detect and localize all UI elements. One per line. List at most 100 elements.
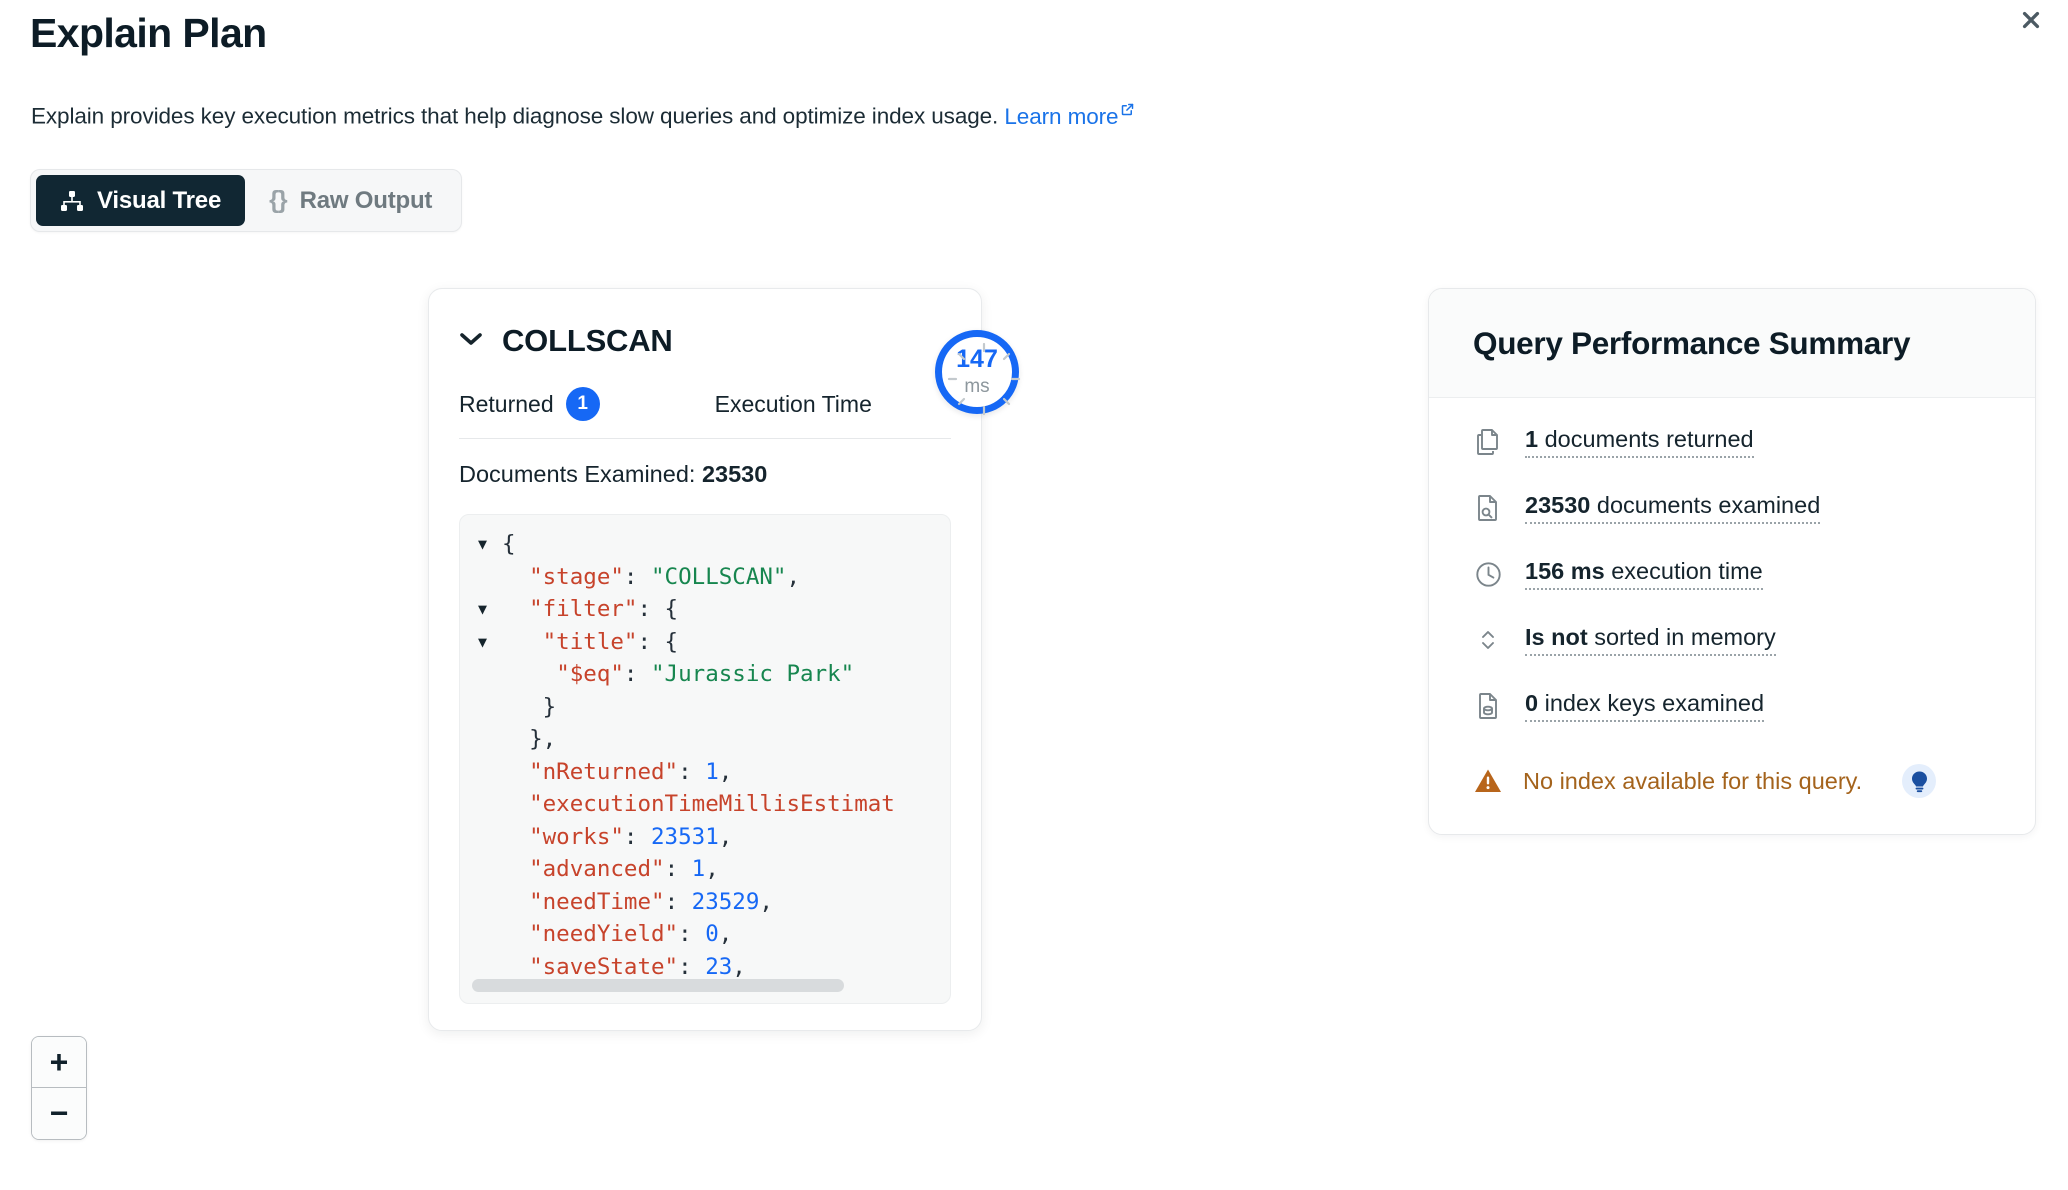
metric-execution-time-label: Execution Time: [714, 390, 872, 417]
stage-json-viewer[interactable]: ▼{▼ "stage": "COLLSCAN",▼ "filter": {▼ "…: [459, 514, 951, 1004]
json-caret-spacer: ▼: [476, 788, 502, 821]
clock-icon: [1473, 559, 1503, 589]
query-performance-summary-panel: Query Performance Summary 1 documents re…: [1428, 288, 2036, 836]
tab-visual-tree-label: Visual Tree: [97, 186, 222, 214]
documents-examined-value: 23530: [701, 461, 768, 487]
json-collapse-caret-icon[interactable]: ▼: [476, 528, 502, 561]
page-title: Explain Plan: [30, 10, 267, 56]
summary-label-documents-examined: documents examined: [1590, 492, 1821, 519]
summary-label-sorted-in-memory: sorted in memory: [1587, 624, 1776, 651]
summary-title: Query Performance Summary: [1473, 325, 1911, 361]
json-collapse-caret-icon[interactable]: ▼: [476, 626, 502, 659]
page-subtitle: Explain provides key execution metrics t…: [31, 95, 1135, 130]
json-line: ▼ "executionTimeMillisEstimat: [476, 788, 950, 821]
json-line: ▼ }: [476, 691, 950, 724]
execution-time-value: 147: [956, 344, 998, 373]
json-line-text: "needTime": 23529,: [529, 888, 773, 915]
zoom-out-button[interactable]: −: [32, 1088, 86, 1139]
summary-row-no-index-warning: No index available for this query.: [1473, 764, 1991, 799]
json-line-text: {: [502, 531, 516, 557]
json-line-text: },: [502, 726, 557, 752]
json-line: ▼ "advanced": 1,: [476, 853, 950, 886]
warning-triangle-icon: [1473, 766, 1503, 796]
json-line: ▼ "stage": "COLLSCAN",: [476, 561, 950, 594]
json-caret-spacer: ▼: [476, 853, 502, 886]
json-line-text: "title": {: [542, 628, 679, 655]
json-line: ▼ "filter": {: [476, 593, 950, 626]
json-line: ▼{: [476, 528, 950, 561]
tab-raw-output-label: Raw Output: [299, 186, 433, 214]
index-keys-icon: [1473, 691, 1503, 721]
metric-returned-label: Returned: [459, 390, 554, 417]
json-caret-spacer: ▼: [476, 886, 502, 919]
external-link-icon: [1120, 97, 1135, 123]
documents-icon: [1473, 427, 1503, 457]
stage-json-content: ▼{▼ "stage": "COLLSCAN",▼ "filter": {▼ "…: [460, 528, 950, 983]
json-line-text: "$eq": "Jurassic Park": [556, 661, 855, 687]
json-line-text: }: [502, 693, 557, 720]
documents-examined-label: Documents Examined:: [459, 461, 696, 487]
stage-name: COLLSCAN: [502, 323, 673, 358]
canvas-zoom-controls: + −: [31, 1036, 87, 1140]
metric-returned: Returned 1: [459, 387, 600, 421]
learn-more-label: Learn more: [1004, 103, 1119, 129]
stage-card-header[interactable]: COLLSCAN: [459, 323, 951, 359]
json-caret-spacer: ▼: [476, 691, 502, 724]
execution-time-unit: ms: [964, 375, 990, 397]
summary-row-documents-examined: 23530 documents examined: [1473, 492, 1991, 525]
explain-plan-page: Explain Plan Explain provides key execut…: [0, 0, 2068, 1190]
lightbulb-icon[interactable]: [1902, 764, 1937, 799]
json-caret-spacer: ▼: [476, 723, 502, 756]
tab-raw-output[interactable]: {} Raw Output: [245, 175, 456, 226]
stage-divider: [459, 438, 951, 439]
json-line: ▼ "nReturned": 1,: [476, 756, 950, 789]
json-horizontal-scrollbar[interactable]: [472, 979, 844, 992]
stage-documents-examined: Documents Examined: 23530: [459, 461, 951, 488]
summary-text-index-keys-examined: 0 index keys examined: [1525, 690, 1765, 723]
json-line-text: "advanced": 1,: [529, 856, 719, 882]
json-line: ▼ "needYield": 0,: [476, 918, 950, 951]
json-line-text: "works": 23531,: [529, 823, 733, 850]
json-line-text: "stage": "COLLSCAN",: [529, 563, 801, 590]
close-button[interactable]: [2016, 5, 2046, 35]
json-line: ▼ "needTime": 23529,: [476, 886, 950, 919]
stage-metrics: Returned 1 Execution Time: [459, 387, 951, 421]
summary-label-documents-returned: documents returned: [1538, 426, 1754, 452]
json-line-text: "nReturned": 1,: [529, 758, 733, 785]
summary-label-execution-time: execution time: [1604, 558, 1763, 585]
metric-returned-badge: 1: [565, 387, 600, 421]
stage-card-collscan: COLLSCAN Returned 1 Execution Time Docum…: [428, 288, 982, 1031]
learn-more-link[interactable]: Learn more: [1004, 104, 1135, 129]
json-caret-spacer: ▼: [476, 821, 502, 854]
json-line: ▼ },: [476, 723, 950, 756]
summary-value-documents-returned: 1: [1525, 426, 1539, 452]
summary-value-sorted-in-memory: Is not: [1525, 624, 1588, 651]
summary-text-execution-time: 156 ms execution time: [1525, 558, 1763, 591]
json-line: ▼ "title": {: [476, 626, 950, 659]
zoom-in-button[interactable]: +: [32, 1037, 86, 1088]
json-line-text: "filter": {: [529, 596, 679, 622]
summary-row-sorted-in-memory: Is not sorted in memory: [1473, 624, 1991, 657]
summary-row-index-keys-examined: 0 index keys examined: [1473, 690, 1991, 723]
summary-value-index-keys-examined: 0: [1525, 690, 1539, 717]
braces-icon: {}: [269, 186, 287, 214]
summary-body: 1 documents returned 23530 documents exa…: [1429, 398, 2035, 834]
summary-label-index-keys-examined: index keys examined: [1538, 690, 1765, 717]
summary-header: Query Performance Summary: [1429, 289, 2035, 398]
summary-value-execution-time: 156 ms: [1525, 558, 1605, 585]
summary-value-documents-examined: 23530: [1525, 492, 1591, 519]
execution-time-clock-badge: 147 ms: [935, 330, 1021, 416]
summary-text-sorted-in-memory: Is not sorted in memory: [1525, 624, 1776, 657]
tab-visual-tree[interactable]: Visual Tree: [36, 175, 246, 226]
summary-warning-text: No index available for this query.: [1523, 767, 1863, 794]
json-caret-spacer: ▼: [476, 756, 502, 789]
summary-text-documents-returned: 1 documents returned: [1525, 426, 1754, 459]
tree-icon: [60, 190, 84, 212]
json-line-text: "needYield": 0,: [529, 921, 733, 947]
close-icon: [2020, 9, 2042, 31]
json-caret-spacer: ▼: [476, 918, 502, 951]
subtitle-text: Explain provides key execution metrics t…: [31, 103, 999, 129]
json-collapse-caret-icon[interactable]: ▼: [476, 593, 502, 626]
chevron-down-icon[interactable]: [459, 331, 483, 352]
json-caret-spacer: ▼: [476, 658, 502, 691]
